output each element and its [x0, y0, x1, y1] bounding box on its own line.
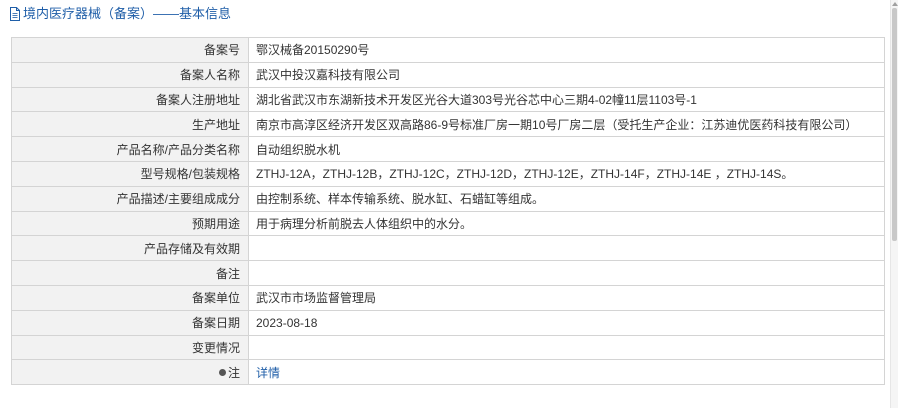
- row-label: 产品存储及有效期: [11, 235, 249, 262]
- row-value: [248, 334, 885, 361]
- row-label: 备注: [11, 260, 249, 286]
- row-value: 武汉市市场监督管理局: [248, 284, 885, 311]
- table-row: 变更情况: [11, 334, 885, 361]
- details-link[interactable]: 详情: [256, 366, 280, 380]
- note-label: 注: [227, 365, 240, 380]
- row-value: 2023-08-18: [248, 309, 885, 336]
- table-row-note: 注 详情: [11, 359, 885, 386]
- bullet-dot-icon: [218, 369, 226, 377]
- row-label: 产品描述/主要组成成分: [11, 185, 249, 212]
- table-row: 备案号 鄂汉械备20150290号: [11, 37, 885, 63]
- row-value: 湖北省武汉市东湖新技术开发区光谷大道303号光谷芯中心三期4-02幢11层110…: [248, 86, 885, 113]
- table-row: 预期用途 用于病理分析前脱去人体组织中的水分。: [11, 210, 885, 237]
- row-value: 武汉中投汉嘉科技有限公司: [248, 61, 885, 88]
- document-icon: [9, 7, 21, 21]
- scroll-up-arrow-icon[interactable]: [892, 2, 898, 6]
- row-label: 预期用途: [11, 210, 249, 237]
- table-row: 生产地址 南京市高淳区经济开发区双高路86-9号标准厂房一期10号厂房二层（受托…: [11, 111, 885, 138]
- row-label: 备案号: [11, 37, 249, 63]
- row-label: 备案人注册地址: [11, 86, 249, 113]
- row-label: 产品名称/产品分类名称: [11, 136, 249, 162]
- vertical-scrollbar[interactable]: [890, 0, 898, 408]
- table-row: 产品存储及有效期: [11, 235, 885, 262]
- note-value-cell: 详情: [248, 359, 885, 386]
- row-value: 用于病理分析前脱去人体组织中的水分。: [248, 210, 885, 237]
- row-label: 变更情况: [11, 334, 249, 361]
- row-value: 南京市高淳区经济开发区双高路86-9号标准厂房一期10号厂房二层（受托生产企业：…: [248, 111, 885, 138]
- table-row: 备注: [11, 260, 885, 286]
- table-row: 备案人注册地址 湖北省武汉市东湖新技术开发区光谷大道303号光谷芯中心三期4-0…: [11, 86, 885, 113]
- note-label-cell: 注: [11, 359, 249, 386]
- row-value: 鄂汉械备20150290号: [248, 37, 885, 63]
- row-value: [248, 260, 885, 286]
- table-row: 备案人名称 武汉中投汉嘉科技有限公司: [11, 61, 885, 88]
- detail-table: 备案号 鄂汉械备20150290号 备案人名称 武汉中投汉嘉科技有限公司 备案人…: [11, 37, 885, 386]
- table-row: 备案日期 2023-08-18: [11, 309, 885, 336]
- row-label: 备案人名称: [11, 61, 249, 88]
- row-label: 备案单位: [11, 284, 249, 311]
- row-value: 自动组织脱水机: [248, 136, 885, 162]
- page-header: 境内医疗器械（备案）——基本信息: [0, 0, 898, 29]
- table-row: 型号规格/包装规格 ZTHJ-12A，ZTHJ-12B，ZTHJ-12C，ZTH…: [11, 160, 885, 187]
- page-title: 境内医疗器械（备案）——基本信息: [23, 6, 232, 21]
- row-label: 生产地址: [11, 111, 249, 138]
- table-row: 产品名称/产品分类名称 自动组织脱水机: [11, 136, 885, 162]
- row-value: ZTHJ-12A，ZTHJ-12B，ZTHJ-12C，ZTHJ-12D，ZTHJ…: [248, 160, 885, 187]
- row-label: 型号规格/包装规格: [11, 160, 249, 187]
- row-label: 备案日期: [11, 309, 249, 336]
- page: 境内医疗器械（备案）——基本信息 备案号 鄂汉械备20150290号 备案人名称…: [0, 0, 898, 408]
- table-row: 产品描述/主要组成成分 由控制系统、样本传输系统、脱水缸、石蜡缸等组成。: [11, 185, 885, 212]
- row-value: [248, 235, 885, 262]
- scrollbar-thumb[interactable]: [892, 8, 897, 241]
- table-row: 备案单位 武汉市市场监督管理局: [11, 284, 885, 311]
- row-value: 由控制系统、样本传输系统、脱水缸、石蜡缸等组成。: [248, 185, 885, 212]
